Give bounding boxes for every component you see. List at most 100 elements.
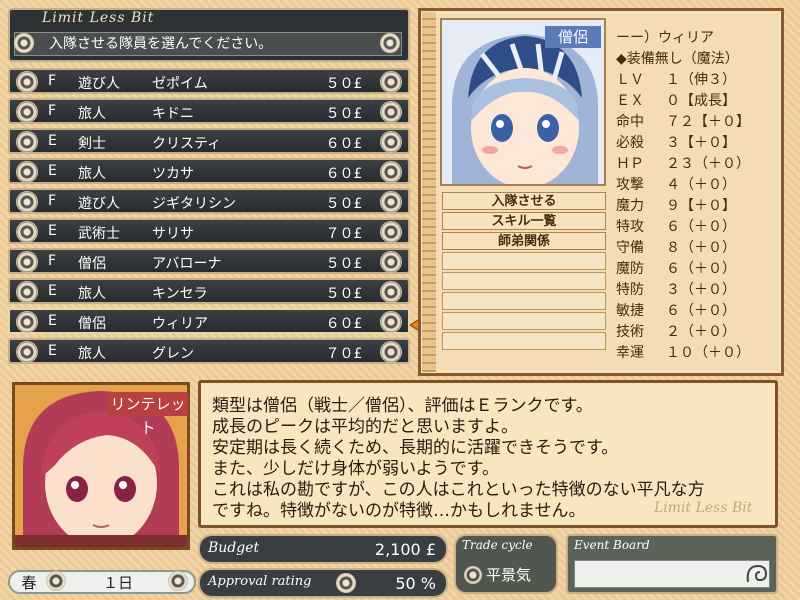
recruit-name: アバローナ xyxy=(152,256,222,272)
budget-value: 2,100 £ xyxy=(374,540,436,559)
rosette-ornament-icon xyxy=(380,191,402,213)
stat-row: 敏捷 ６（＋０） xyxy=(616,303,736,319)
recruit-rank: F xyxy=(48,73,57,89)
menu-slot-empty xyxy=(442,292,606,310)
recruit-class: 旅人 xyxy=(78,106,106,122)
event-board-display xyxy=(574,560,770,588)
day-label: １日 xyxy=(102,574,133,592)
recruit-rank: F xyxy=(48,103,57,119)
stat-row: ＨＰ ２３（＋０） xyxy=(616,156,750,172)
budget-label: Budget xyxy=(208,540,260,556)
panel-rail xyxy=(422,12,436,372)
stat-row: 幸運 １０（＋０） xyxy=(616,345,750,361)
rosette-ornament-icon xyxy=(380,341,402,363)
rosette-ornament-icon xyxy=(16,251,38,273)
recruit-name: グレン xyxy=(152,346,194,362)
message-line: 成長のピークは平均的だと思いますよ。 xyxy=(212,417,518,437)
rosette-ornament-icon xyxy=(46,571,66,591)
recruit-rank: E xyxy=(48,283,57,299)
game-logo: Limit Less Bit xyxy=(42,10,155,26)
recruit-row-selected[interactable]: E 僧侶 ウィリア ６０£ xyxy=(8,308,410,334)
recruit-rank: F xyxy=(48,253,57,269)
rosette-ornament-icon xyxy=(16,311,38,333)
message-line: これは私の勘ですが、この人はこれといった特徴のない平凡な方 xyxy=(212,480,705,500)
event-board-label: Event Board xyxy=(574,538,650,552)
skill-list-button[interactable]: スキル一覧 xyxy=(442,212,606,230)
rosette-ornament-icon xyxy=(380,281,402,303)
recruit-list: F 遊び人 ゼポイム ５０£ F 旅人 キドニ ５０£ E 剣士 クリスティ ６… xyxy=(8,68,410,368)
message-line: 安定期は長く続くため、長期的に活躍できそうです。 xyxy=(212,438,619,458)
event-board-panel[interactable]: Event Board xyxy=(566,534,778,594)
recruit-price: ５０£ xyxy=(325,76,362,92)
recruit-row[interactable]: F 僧侶 アバローナ ５０£ xyxy=(8,248,410,274)
recruit-class: 旅人 xyxy=(78,346,106,362)
stat-row: 魔防 ６（＋０） xyxy=(616,261,736,277)
trade-cycle-value: 平景気 xyxy=(486,566,532,584)
stat-row: 守備 ８（＋０） xyxy=(616,240,736,256)
rosette-ornament-icon xyxy=(464,566,482,584)
recruit-price: ５０£ xyxy=(325,286,362,302)
approval-label: Approval rating xyxy=(208,574,312,589)
recruit-class: 剣士 xyxy=(78,136,106,152)
trade-cycle-panel: Trade cycle 平景気 xyxy=(454,534,558,594)
mentor-relation-button[interactable]: 師弟関係 xyxy=(442,232,606,250)
recruit-name: ウィリア xyxy=(152,316,208,332)
approval-panel: Approval rating 50 % xyxy=(198,568,448,598)
recruit-name: クリスティ xyxy=(152,136,222,152)
rosette-ornament-icon xyxy=(16,341,38,363)
rosette-ornament-icon xyxy=(14,33,34,53)
recruit-row[interactable]: E 武術士 サリサ ７０£ xyxy=(8,218,410,244)
recruit-row[interactable]: F 遊び人 ゼポイム ５０£ xyxy=(8,68,410,94)
recruit-row[interactable]: E 旅人 キンセラ ５０£ xyxy=(8,278,410,304)
advisor-name: リンテレット xyxy=(108,392,188,437)
recruit-name: ツカサ xyxy=(152,166,194,182)
recruit-name: キドニ xyxy=(152,106,194,122)
stat-row: ＬＶ １（伸３） xyxy=(616,72,736,88)
recruit-price: ６０£ xyxy=(325,316,362,332)
menu-slot-empty xyxy=(442,272,606,290)
rosette-ornament-icon xyxy=(380,131,402,153)
approval-value: 50 % xyxy=(395,574,436,593)
recruit-price: ５０£ xyxy=(325,196,362,212)
rosette-ornament-icon xyxy=(380,251,402,273)
recruit-price: ５０£ xyxy=(325,106,362,122)
recruit-rank: E xyxy=(48,133,57,149)
budget-panel: Budget 2,100 £ xyxy=(198,534,448,564)
rosette-ornament-icon xyxy=(380,101,402,123)
rosette-ornament-icon xyxy=(336,573,356,593)
recruit-price: ７０£ xyxy=(325,226,362,242)
season-label: 春 xyxy=(21,574,37,592)
stat-row: ＥＸ ０【成長】 xyxy=(616,93,736,109)
recruit-rank: E xyxy=(48,343,57,359)
recruit-rank: E xyxy=(48,163,57,179)
recruit-name-line: ーー）ウィリア xyxy=(616,30,714,46)
recruit-name: サリサ xyxy=(152,226,194,242)
recruit-class: 旅人 xyxy=(78,166,106,182)
recruit-row[interactable]: E 剣士 クリスティ ６０£ xyxy=(8,128,410,154)
rosette-ornament-icon xyxy=(380,33,400,53)
rosette-ornament-icon xyxy=(16,101,38,123)
stat-row: 特攻 ６（＋０） xyxy=(616,219,736,235)
equipment-line: ◆装備無し（魔法） xyxy=(616,51,739,67)
recruit-class: 遊び人 xyxy=(78,76,120,92)
recruit-price: ６０£ xyxy=(325,136,362,152)
trade-cycle-label: Trade cycle xyxy=(462,538,533,552)
rosette-ornament-icon xyxy=(16,221,38,243)
recruit-row[interactable]: F 遊び人 ジギタリシン ５０£ xyxy=(8,188,410,214)
recruit-row[interactable]: E 旅人 ツカサ ６０£ xyxy=(8,158,410,184)
recruit-class: 僧侶 xyxy=(78,256,106,272)
rosette-ornament-icon xyxy=(16,71,38,93)
rosette-ornament-icon xyxy=(380,71,402,93)
rosette-ornament-icon xyxy=(16,161,38,183)
stat-row: 技術 ２（＋０） xyxy=(616,324,736,340)
recruit-price: ７０£ xyxy=(325,346,362,362)
recruit-price: ６０£ xyxy=(325,166,362,182)
rosette-ornament-icon xyxy=(16,281,38,303)
recruit-class: 遊び人 xyxy=(78,196,120,212)
scroll-curl-icon xyxy=(746,564,768,583)
recruit-row[interactable]: E 旅人 グレン ７０£ xyxy=(8,338,410,364)
watermark-logo: Limit Less Bit xyxy=(654,500,753,516)
recruit-row[interactable]: F 旅人 キドニ ５０£ xyxy=(8,98,410,124)
message-line: 類型は僧侶（戦士／僧侶）、評価はＥランクです。 xyxy=(212,396,593,416)
recruit-button[interactable]: 入隊させる xyxy=(442,192,606,210)
